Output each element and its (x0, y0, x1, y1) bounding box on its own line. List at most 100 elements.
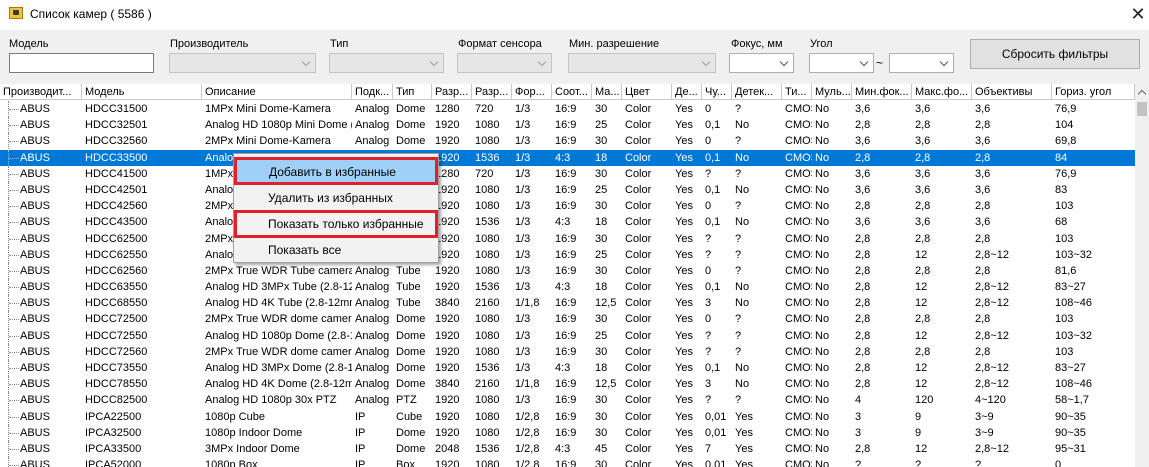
focus-select[interactable] (729, 53, 794, 73)
column-header-horizontal-angle[interactable]: Гориз. угол (1052, 84, 1135, 100)
table-body: ABUS HDCC31500 1MPx Mini Dome-Kamera Analog… (0, 101, 1135, 467)
table-row[interactable]: ABUSHDCC415001MPx Mini Tube-KameraAnalog… (0, 165, 1135, 182)
table-row[interactable]: ABUS HDCC82500 Analog HD 1080p 30x PTZ Anal… (0, 392, 1135, 409)
camera-app-icon (9, 7, 23, 19)
cell-detector: ? (735, 135, 742, 148)
sensor-format-label: Формат сенсора (458, 38, 542, 50)
table-row[interactable]: ABUSHDCC62550Analog HD 1080p TubeAnalogT… (0, 246, 1135, 263)
cell-color: Color (625, 394, 652, 407)
cell-res-width: 1920 (435, 329, 460, 342)
column-header-res-width[interactable]: Разр... (432, 84, 472, 100)
cell-max-fps: 18 (595, 216, 608, 229)
sensor-format-select[interactable] (457, 53, 552, 73)
angle-max-select[interactable] (889, 53, 954, 73)
cell-min-focus: 4 (855, 394, 862, 407)
table-row[interactable]: ABUS HDCC78550 Analog HD 4K Dome (2.8-12mm… (0, 376, 1135, 393)
menu-item-show-favorites-only[interactable]: Показать только избранные (234, 210, 438, 238)
cell-res-width: 3840 (435, 378, 460, 391)
cell-multi: No (815, 297, 830, 310)
cell-res-width: 1920 (435, 362, 460, 374)
table-row[interactable]: ABUS IPCA32500 1080p Indoor Dome IP Dome 1920… (0, 424, 1135, 441)
cell-manufacturer: ABUS (20, 264, 50, 277)
cell-sensor-format: 1/3 (515, 232, 531, 245)
cell-sensor-type: CMOS (785, 216, 812, 229)
column-header-sensor-format[interactable]: Фор... (512, 84, 552, 100)
manufacturer-select[interactable] (169, 53, 316, 73)
cell-min-focus: 2,8 (855, 442, 871, 455)
column-header-res-height[interactable]: Разр... (472, 84, 512, 100)
cell-max-focus: 2,8 (915, 345, 931, 358)
table-row[interactable]: ABUS HDCC31500 1MPx Mini Dome-Kamera Analog… (0, 101, 1135, 117)
scroll-up-icon[interactable] (1135, 84, 1149, 100)
angle-label: Угол (810, 38, 833, 50)
cell-sensor-type: CMOS (785, 378, 812, 391)
model-input[interactable] (9, 53, 154, 73)
column-header-manufacturer[interactable]: Производит... (0, 84, 82, 100)
table-row[interactable]: ABUS HDCC62560 2MPx True WDR Tube camera An… (0, 262, 1135, 279)
cell-horizontal-angle: 108~46 (1055, 378, 1093, 391)
cell-detector: ? (735, 200, 742, 213)
column-header-aspect-ratio[interactable]: Соот... (552, 84, 592, 100)
column-header-model[interactable]: Модель (82, 84, 202, 100)
table-row[interactable]: ABUS HDCC68550 Analog HD 4K Tube (2.8-12mm… (0, 295, 1135, 312)
menu-item-add-favorite[interactable]: Добавить в избранные (234, 157, 438, 185)
cell-manufacturer: ABUS (20, 103, 50, 115)
cell-min-focus: 2,8 (855, 264, 871, 277)
menu-item-show-all[interactable]: Показать все (236, 238, 436, 262)
table-row[interactable]: ABUS HDCC72500 2MPx True WDR dome camera An… (0, 311, 1135, 328)
cell-sensor-format: 1/3 (515, 151, 531, 164)
cell-model: HDCC32560 (85, 135, 148, 148)
column-header-sensitivity[interactable]: Чу... (702, 84, 732, 100)
vertical-scrollbar[interactable] (1135, 84, 1149, 467)
cell-sensitivity: ? (705, 167, 712, 180)
column-header-type[interactable]: Тип (393, 84, 432, 100)
context-menu: Добавить в избранные Удалить из избранны… (233, 153, 439, 263)
cell-detector: No (735, 216, 750, 229)
min-resolution-select[interactable] (568, 53, 716, 73)
table-row[interactable]: ABUS HDCC63550 Analog HD 3MPx Tube (2.8-12… (0, 279, 1135, 296)
cell-aspect-ratio: 16:9 (555, 378, 577, 391)
cell-multi: No (815, 281, 830, 294)
column-header-description[interactable]: Описание (202, 84, 352, 100)
table-row[interactable]: ABUS HDCC72550 Analog HD 1080p Dome (2.8-1… (0, 327, 1135, 344)
cell-res-height: 2160 (475, 297, 500, 310)
table-row[interactable]: ABUSHDCC43500Analog HD 3MPx Mini TubeAna… (0, 214, 1135, 231)
table-row[interactable]: ABUS IPCA22500 1080p Cube IP Cube 1920 1080 1/2… (0, 408, 1135, 425)
column-header-detector[interactable]: Детек... (732, 84, 782, 100)
table-row[interactable]: ABUSHDCC625002MPx Tube-KameraAnalogTube1… (0, 230, 1135, 247)
table-row[interactable]: ABUS HDCC72560 2MPx True WDR dome camera An… (0, 343, 1135, 360)
column-header-color[interactable]: Цвет (622, 84, 672, 100)
reset-filters-button[interactable]: Сбросить фильтры (970, 39, 1140, 69)
cell-max-fps: 25 (595, 183, 608, 196)
table-row[interactable]: ABUS IPCA33500 3MPx Indoor Dome IP Dome 2048 1… (0, 440, 1135, 457)
menu-item-remove-favorite[interactable]: Удалить из избранных (236, 186, 436, 210)
cell-type: Dome (396, 135, 426, 148)
column-header-max-fps[interactable]: Ма... (592, 84, 622, 100)
table-row[interactable]: ABUSHDCC33500Analog HD 3MPx Mini DomeAna… (0, 149, 1135, 166)
cell-res-height: 1536 (475, 151, 500, 164)
table-row[interactable]: ABUSHDCC425602MPx Mini Tube-KameraAnalog… (0, 198, 1135, 215)
cell-connection: Analog (355, 103, 390, 115)
scroll-thumb[interactable] (1137, 102, 1147, 116)
column-header-lenses[interactable]: Объективы (972, 84, 1052, 100)
table-row[interactable]: ABUS HDCC32560 2MPx Mini Dome-Kamera Analog… (0, 133, 1135, 150)
cell-model: HDCC72500 (85, 313, 148, 326)
type-select[interactable] (329, 53, 444, 73)
table-row[interactable]: ABUS HDCC32501 Analog HD 1080p Mini Dome (… (0, 117, 1135, 134)
cell-horizontal-angle: 95~31 (1055, 442, 1086, 455)
cell-aspect-ratio: 16:9 (555, 248, 577, 261)
cell-detector: No (735, 281, 750, 294)
column-header-multi[interactable]: Муль... (812, 84, 852, 100)
close-icon[interactable]: ✕ (1128, 3, 1148, 25)
column-header-connection[interactable]: Подк... (352, 84, 393, 100)
column-header-min-focus[interactable]: Мин.фок... (852, 84, 912, 100)
column-header-day-night[interactable]: Де... (672, 84, 702, 100)
table-row[interactable]: ABUS HDCC73550 Analog HD 3MPx Dome (2.8-12… (0, 360, 1135, 376)
cell-max-focus: 120 (915, 394, 934, 407)
column-header-sensor-type[interactable]: Ти... (782, 84, 812, 100)
angle-min-select[interactable] (809, 53, 874, 73)
table-row[interactable]: ABUS IPCA52000 1080p Box IP Box 1920 1080 1/2,8… (0, 457, 1135, 467)
table-row[interactable]: ABUSHDCC42501Analog HD 1080p Mini TubeAn… (0, 181, 1135, 198)
cell-lenses: 2,8 (975, 232, 991, 245)
column-header-max-focus[interactable]: Макс.фо... (912, 84, 972, 100)
